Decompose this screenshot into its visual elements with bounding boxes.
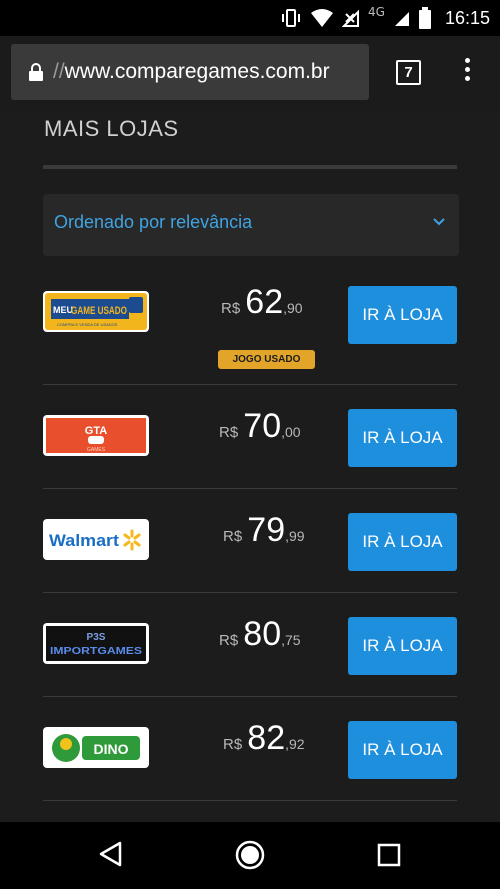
- url-text: //www.comparegames.com.br: [53, 60, 330, 84]
- logo-text: Walmart: [49, 531, 119, 550]
- price-integer: 70: [243, 407, 282, 445]
- logo-text: MEU: [53, 305, 73, 315]
- go-to-store-button[interactable]: IR À LOJA: [348, 286, 457, 344]
- row-divider: [43, 800, 457, 801]
- price-cents: ,92: [285, 736, 305, 752]
- price-cents: ,75: [281, 632, 301, 648]
- store-logo-walmart[interactable]: Walmart: [43, 519, 149, 560]
- price: R$ 80,75: [219, 615, 301, 654]
- store-logo-dino[interactable]: DINO: [43, 727, 149, 768]
- store-row: MEU GAME USADO COMPRA E VENDA DE USADOS …: [43, 281, 457, 385]
- home-icon[interactable]: [234, 839, 266, 871]
- store-row: P3S IMPORTGAMES R$ 80,75 IR À LOJA: [43, 593, 457, 697]
- address-bar[interactable]: //www.comparegames.com.br: [11, 44, 369, 100]
- section-divider: [43, 165, 457, 169]
- status-bar: 4G 16:15: [0, 0, 500, 36]
- vibrate-icon: [282, 9, 301, 27]
- lock-icon: [29, 63, 43, 81]
- price-integer: 82: [247, 719, 286, 757]
- browser-menu-icon[interactable]: [462, 56, 472, 88]
- network-type: 4G: [368, 5, 385, 19]
- price-integer: 80: [243, 615, 282, 653]
- chevron-down-icon: [433, 218, 445, 226]
- logo-tagline: GAMES: [87, 447, 106, 453]
- price: R$ 70,00: [219, 407, 301, 446]
- logo-tagline: COMPRA E VENDA DE USADOS: [57, 322, 118, 327]
- url-domain: www.comparegames.com.br: [64, 60, 330, 83]
- wifi-icon: [311, 9, 334, 27]
- status-icons: 4G 16:15: [280, 0, 490, 36]
- price-cents: ,90: [283, 300, 303, 316]
- signal-muted-icon: [342, 9, 360, 27]
- battery-icon: [418, 7, 431, 29]
- price-integer: 62: [245, 283, 284, 321]
- store-logo-gta[interactable]: GTA GAMES: [43, 415, 149, 456]
- tab-switcher-button[interactable]: 7: [396, 60, 421, 85]
- status-time: 16:15: [444, 7, 490, 28]
- signal-icon: [394, 12, 409, 26]
- go-to-store-button[interactable]: IR À LOJA: [348, 513, 457, 571]
- go-to-store-button[interactable]: IR À LOJA: [348, 617, 457, 675]
- store-logo-meugameusado[interactable]: MEU GAME USADO COMPRA E VENDA DE USADOS: [43, 291, 149, 332]
- logo-text: GAME USADO: [71, 305, 127, 317]
- store-row: DINO R$ 82,92 IR À LOJA: [43, 697, 457, 801]
- price-cents: ,99: [285, 528, 305, 544]
- go-to-store-button[interactable]: IR À LOJA: [348, 409, 457, 467]
- logo-text: DINO: [94, 741, 129, 757]
- price-currency: R$: [219, 632, 239, 649]
- price-integer: 79: [247, 511, 286, 549]
- store-row: Walmart R$ 79,99 IR À LOJA: [43, 489, 457, 593]
- price: R$ 62,90: [221, 283, 303, 322]
- system-nav-bar: [0, 822, 500, 889]
- price-currency: R$: [219, 424, 239, 441]
- price-currency: R$: [223, 736, 243, 753]
- sort-label: Ordenado por relevância: [54, 212, 253, 232]
- url-prefix: //: [53, 60, 65, 83]
- price: R$ 82,92: [223, 719, 305, 758]
- sort-dropdown[interactable]: Ordenado por relevância: [43, 194, 459, 256]
- logo-text: P3S: [87, 632, 106, 643]
- recents-icon[interactable]: [377, 843, 401, 867]
- go-to-store-button[interactable]: IR À LOJA: [348, 721, 457, 779]
- browser-toolbar: //www.comparegames.com.br 7: [0, 36, 500, 110]
- price: R$ 79,99: [223, 511, 305, 550]
- price-currency: R$: [223, 528, 243, 545]
- price-cents: ,00: [281, 424, 301, 440]
- store-row: GTA GAMES R$ 70,00 IR À LOJA: [43, 385, 457, 489]
- used-game-badge: JOGO USADO: [218, 350, 315, 369]
- logo-text: IMPORTGAMES: [50, 646, 142, 657]
- price-currency: R$: [221, 300, 241, 317]
- logo-text: GTA: [85, 425, 107, 437]
- store-logo-p3s-importgames[interactable]: P3S IMPORTGAMES: [43, 623, 149, 664]
- back-icon[interactable]: [98, 840, 124, 868]
- section-title: MAIS LOJAS: [44, 116, 179, 141]
